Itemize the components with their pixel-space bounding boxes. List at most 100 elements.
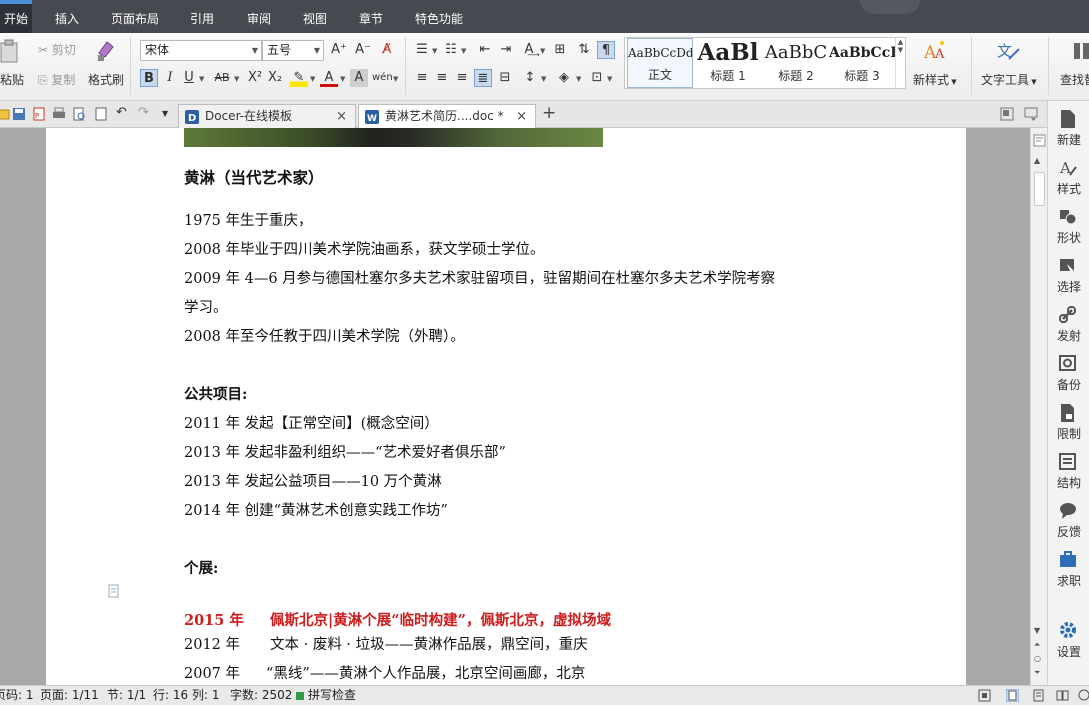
chevron-down-icon[interactable]: ▼ <box>576 75 581 83</box>
underline-button[interactable]: U <box>180 69 198 87</box>
table-button[interactable]: ⊞ <box>551 41 569 59</box>
status-word-count[interactable]: 字数: 2502 <box>230 686 292 705</box>
export-pdf-icon[interactable]: P <box>32 107 46 121</box>
menu-tab-review[interactable]: 审阅 <box>247 0 271 33</box>
pane-shape[interactable]: 形状 <box>1048 205 1089 251</box>
style-heading-1[interactable]: AaBl 标题 1 <box>695 38 761 88</box>
chevron-down-icon[interactable]: ▼ <box>541 75 546 83</box>
menu-tab-references[interactable]: 引用 <box>190 0 214 33</box>
menu-tab-home[interactable]: 开始 <box>0 0 33 33</box>
line-spacing-button[interactable]: ↕ <box>521 69 539 87</box>
doc-tab-resume[interactable]: W 黄淋艺术简历....doc * × <box>358 104 536 128</box>
redo-icon[interactable]: ↷ <box>138 105 149 120</box>
chevron-down-icon[interactable]: ▼ <box>199 75 204 83</box>
align-center-button[interactable]: ≡ <box>433 69 451 87</box>
font-size-select[interactable]: 五号 ▼ <box>262 40 324 61</box>
strikethrough-button[interactable]: AB <box>210 69 234 87</box>
pane-settings[interactable]: 设置 <box>1048 619 1089 665</box>
binoculars-icon[interactable] <box>1072 39 1089 63</box>
font-color-button[interactable]: A <box>320 69 338 87</box>
status-spell-check[interactable]: 拼写检查 <box>308 686 356 705</box>
close-icon[interactable]: × <box>516 105 527 128</box>
chevron-down-icon[interactable]: ▼ <box>234 75 239 83</box>
pane-backup[interactable]: 备份 <box>1048 352 1089 398</box>
pane-structure[interactable]: 结构 <box>1048 450 1089 496</box>
align-right-button[interactable]: ≡ <box>453 69 471 87</box>
menu-tab-features[interactable]: 特色功能 <box>415 0 463 33</box>
paste-button[interactable]: 粘贴 <box>0 71 24 88</box>
undo-icon[interactable]: ↶ <box>116 105 127 120</box>
align-left-button[interactable]: ≡ <box>413 69 431 87</box>
menu-tab-view[interactable]: 视图 <box>303 0 327 33</box>
scrollbar-thumb[interactable] <box>1034 172 1045 206</box>
menu-tab-page-layout[interactable]: 页面布局 <box>111 0 159 33</box>
format-painter-icon[interactable] <box>95 39 117 63</box>
highlight-button[interactable]: ✎ <box>290 69 308 87</box>
outline-view-icon[interactable] <box>1032 689 1045 702</box>
chevron-down-icon[interactable]: ▼ <box>540 47 545 55</box>
style-heading-2[interactable]: AaBbC 标题 2 <box>763 38 829 88</box>
justify-button[interactable]: ≣ <box>474 69 492 87</box>
style-gallery-scroll[interactable]: ▲ ▼ <box>895 38 905 88</box>
status-page[interactable]: 页面: 1/11 <box>40 686 99 705</box>
scroll-down-icon[interactable]: ▼ <box>1034 626 1040 635</box>
document-page[interactable]: 黄淋（当代艺术家） 1975 年生于重庆， 2008 年毕业于四川美术学院油画系… <box>46 128 966 685</box>
shrink-font-button[interactable]: A⁻ <box>354 41 372 59</box>
menu-tab-chapter[interactable]: 章节 <box>359 0 383 33</box>
ruler-toggle-icon[interactable] <box>1033 134 1046 147</box>
copy-button[interactable]: ⎘ 复制 <box>38 71 75 88</box>
tab-menu-icon[interactable] <box>1024 107 1038 121</box>
vertical-scrollbar[interactable]: ▲ ▼ ⏶ ○ ⏷ <box>1030 128 1047 685</box>
shading-button[interactable]: ◈ <box>555 69 573 87</box>
char-shading-button[interactable]: A <box>350 69 368 87</box>
select-browse-icon[interactable]: ○ <box>1034 654 1041 663</box>
chevron-down-icon[interactable]: ▼ <box>310 75 315 83</box>
find-replace-button[interactable]: 查找替 <box>1060 71 1089 88</box>
chevron-down-icon[interactable]: ▼ <box>461 47 466 55</box>
clear-format-button[interactable]: A̸ <box>378 41 396 59</box>
scroll-up-icon[interactable]: ▲ <box>1034 156 1040 165</box>
increase-indent-button[interactable]: ⇥ <box>497 41 515 59</box>
reading-view-icon[interactable] <box>1056 689 1069 702</box>
new-style-button[interactable]: 新样式 ▼ <box>913 71 957 88</box>
close-icon[interactable]: × <box>336 105 347 128</box>
superscript-button[interactable]: X² <box>246 69 264 87</box>
pane-restrict[interactable]: 限制 <box>1048 401 1089 447</box>
bullet-list-button[interactable]: ☰ <box>413 41 431 59</box>
distribute-button[interactable]: ⊟ <box>496 69 514 87</box>
fullscreen-icon[interactable] <box>978 689 991 702</box>
chevron-down-icon[interactable]: ▼ <box>607 75 612 83</box>
chevron-down-icon[interactable]: ▼ <box>393 75 398 83</box>
subscript-button[interactable]: X₂ <box>266 69 284 87</box>
phonetic-button[interactable]: wén <box>372 69 393 87</box>
document-icon[interactable] <box>94 107 108 121</box>
chevron-down-icon[interactable]: ▼ <box>162 109 168 118</box>
text-tools-icon[interactable]: 文 <box>995 39 1023 63</box>
sort-button[interactable]: ⇅ <box>575 41 593 59</box>
new-tab-button[interactable]: + <box>542 103 556 123</box>
paragraph-layout-icon[interactable] <box>108 584 122 598</box>
save-icon[interactable] <box>12 107 26 121</box>
open-folder-icon[interactable] <box>0 107 10 121</box>
pane-style[interactable]: A 样式 <box>1048 156 1089 202</box>
pane-select[interactable]: 选择 <box>1048 254 1089 300</box>
prev-page-icon[interactable]: ⏶ <box>1034 640 1040 650</box>
style-normal[interactable]: AaBbCcDd 正文 <box>627 38 693 88</box>
chevron-down-icon[interactable]: ▼ <box>432 47 437 55</box>
text-tools-button[interactable]: 文字工具 ▼ <box>981 71 1037 88</box>
page-view-icon[interactable] <box>1006 689 1019 702</box>
pane-job[interactable]: 求职 <box>1048 548 1089 594</box>
style-heading-3[interactable]: AaBbCcI 标题 3 <box>829 38 895 88</box>
print-icon[interactable] <box>52 107 66 121</box>
menu-tab-insert[interactable]: 插入 <box>55 0 79 33</box>
show-marks-button[interactable]: ¶ <box>597 41 615 59</box>
decrease-indent-button[interactable]: ⇤ <box>476 41 494 59</box>
cut-button[interactable]: ✂ 剪切 <box>38 41 76 58</box>
next-page-icon[interactable]: ⏷ <box>1034 668 1040 678</box>
doc-tab-docer[interactable]: D Docer-在线模板 × <box>178 104 356 128</box>
grow-font-button[interactable]: A⁺ <box>330 41 348 59</box>
numbered-list-button[interactable]: ☷ <box>442 41 460 59</box>
chevron-down-icon[interactable]: ▼ <box>340 75 345 83</box>
pane-feedback[interactable]: 反馈 <box>1048 499 1089 545</box>
pane-new[interactable]: 新建 <box>1048 107 1089 153</box>
